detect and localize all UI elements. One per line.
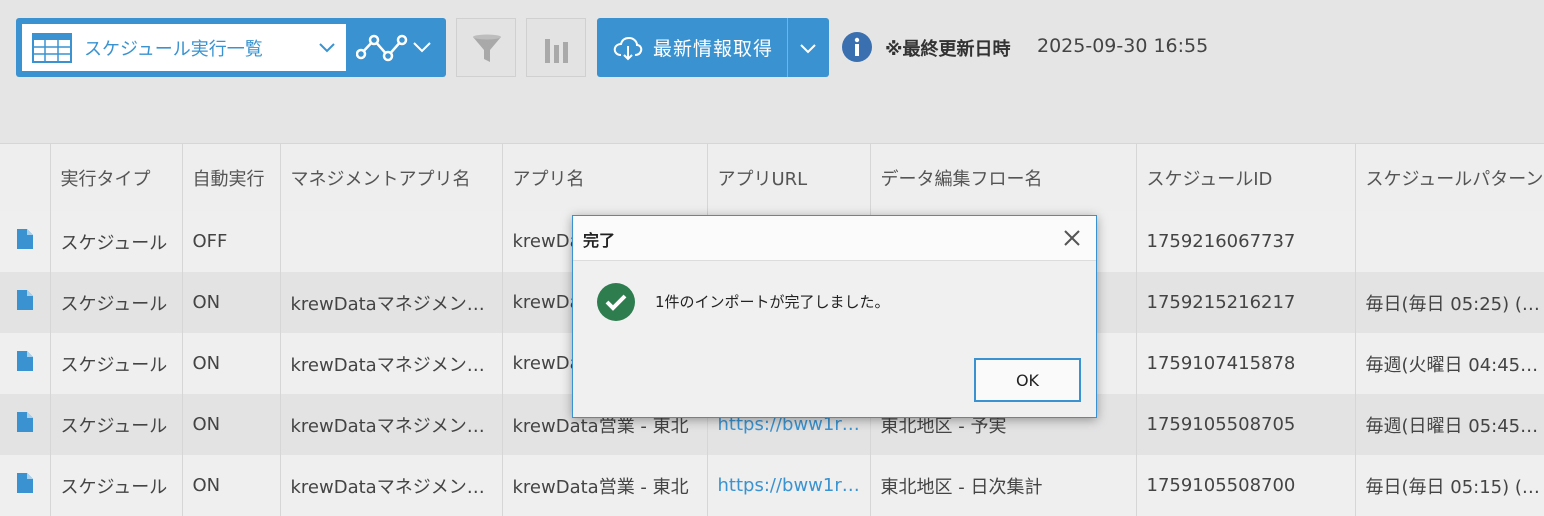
line-graph-icon xyxy=(356,34,408,62)
chart-button[interactable] xyxy=(526,18,586,77)
cell-mgmt-app: krewDataマネジメント… xyxy=(280,272,503,333)
check-circle-icon xyxy=(597,283,635,321)
dialog-message: 1件のインポートが完了しました。 xyxy=(655,293,890,311)
fetch-label: 最新情報取得 xyxy=(653,38,774,60)
document-icon[interactable] xyxy=(16,473,33,493)
row-icon-cell[interactable] xyxy=(0,455,51,516)
cell-schedule-pattern: 毎週(日曜日 05:45) (U xyxy=(1355,394,1544,455)
filter-button[interactable] xyxy=(456,18,516,77)
document-icon[interactable] xyxy=(16,351,33,371)
cell-exec-type: スケジュール xyxy=(50,333,183,394)
info-icon[interactable] xyxy=(842,32,872,62)
row-icon-cell[interactable] xyxy=(0,211,51,272)
cell-schedule-pattern: 毎日(毎日 05:15) (UT xyxy=(1355,455,1544,516)
cell-schedule-id: 1759107415878 xyxy=(1136,333,1356,394)
cell-exec-type: スケジュール xyxy=(50,272,183,333)
cell-schedule-pattern: 毎日(毎日 05:25) (UT xyxy=(1355,272,1544,333)
dialog-header: 完了 xyxy=(573,216,1096,261)
column-header[interactable]: アプリ名 xyxy=(502,143,708,211)
cell-exec-type: スケジュール xyxy=(50,394,183,455)
last-update-label: ※最終更新日時 xyxy=(885,39,1011,60)
fetch-latest-button[interactable]: 最新情報取得 xyxy=(597,18,829,77)
cell-schedule-id: 1759105508700 xyxy=(1136,455,1356,516)
column-header[interactable]: アプリURL xyxy=(707,143,871,211)
cell-mgmt-app xyxy=(280,211,503,272)
table-header-row: 実行タイプ 自動実行 マネジメントアプリ名 アプリ名 アプリURL データ編集フ… xyxy=(0,143,1544,211)
cell-schedule-id: 1759105508705 xyxy=(1136,394,1356,455)
document-icon[interactable] xyxy=(16,290,33,310)
bar-chart-icon xyxy=(545,39,568,63)
table-row[interactable]: スケジュール ON krewDataマネジメント… krewData営業 - 東… xyxy=(0,455,1544,516)
cell-schedule-id: 1759215216217 xyxy=(1136,272,1356,333)
cloud-download-icon xyxy=(613,36,643,61)
cell-mgmt-app: krewDataマネジメント… xyxy=(280,333,503,394)
ok-button[interactable]: OK xyxy=(974,358,1081,402)
cell-auto-exec: ON xyxy=(182,455,281,516)
last-update-value: 2025-09-30 16:55 xyxy=(1037,35,1209,57)
column-header[interactable]: 実行タイプ xyxy=(50,143,183,211)
cell-auto-exec: ON xyxy=(182,333,281,394)
row-icon-cell[interactable] xyxy=(0,333,51,394)
chevron-down-icon[interactable] xyxy=(799,39,817,57)
filter-icon xyxy=(473,34,501,62)
chevron-down-icon xyxy=(319,43,335,53)
cell-schedule-pattern xyxy=(1355,211,1544,272)
graph-view-button[interactable] xyxy=(346,18,446,77)
chevron-down-icon xyxy=(413,42,431,53)
column-header[interactable]: データ編集フロー名 xyxy=(870,143,1137,211)
column-header[interactable] xyxy=(0,143,51,211)
row-icon-cell[interactable] xyxy=(0,394,51,455)
column-header[interactable]: 自動実行 xyxy=(182,143,281,211)
column-header[interactable]: スケジュールパターン xyxy=(1355,143,1544,211)
close-icon[interactable] xyxy=(1062,228,1082,248)
cell-auto-exec: ON xyxy=(182,272,281,333)
cell-schedule-pattern: 毎週(火曜日 04:45) (U xyxy=(1355,333,1544,394)
view-label: スケジュール実行一覧 xyxy=(84,38,263,60)
cell-exec-type: スケジュール xyxy=(50,211,183,272)
table-icon xyxy=(32,32,72,63)
cell-app-url[interactable]: https://bww1r… xyxy=(707,455,871,516)
cell-auto-exec: OFF xyxy=(182,211,281,272)
row-icon-cell[interactable] xyxy=(0,272,51,333)
document-icon[interactable] xyxy=(16,412,33,432)
view-selector[interactable]: スケジュール実行一覧 xyxy=(16,18,446,77)
cell-mgmt-app: krewDataマネジメント… xyxy=(280,455,503,516)
completion-dialog: 完了 1件のインポートが完了しました。 OK xyxy=(572,215,1097,418)
view-dropdown[interactable]: スケジュール実行一覧 xyxy=(22,24,346,71)
cell-exec-type: スケジュール xyxy=(50,455,183,516)
cell-app-name: krewData営業 - 東北 xyxy=(502,455,708,516)
document-icon[interactable] xyxy=(16,229,33,249)
cell-schedule-id: 1759216067737 xyxy=(1136,211,1356,272)
cell-mgmt-app: krewDataマネジメント… xyxy=(280,394,503,455)
cell-flow-name: 東北地区 - 日次集計 xyxy=(870,455,1137,516)
dialog-title: 完了 xyxy=(583,231,616,250)
column-header[interactable]: スケジュールID xyxy=(1136,143,1356,211)
cell-auto-exec: ON xyxy=(182,394,281,455)
column-header[interactable]: マネジメントアプリ名 xyxy=(280,143,503,211)
button-divider xyxy=(787,18,788,77)
